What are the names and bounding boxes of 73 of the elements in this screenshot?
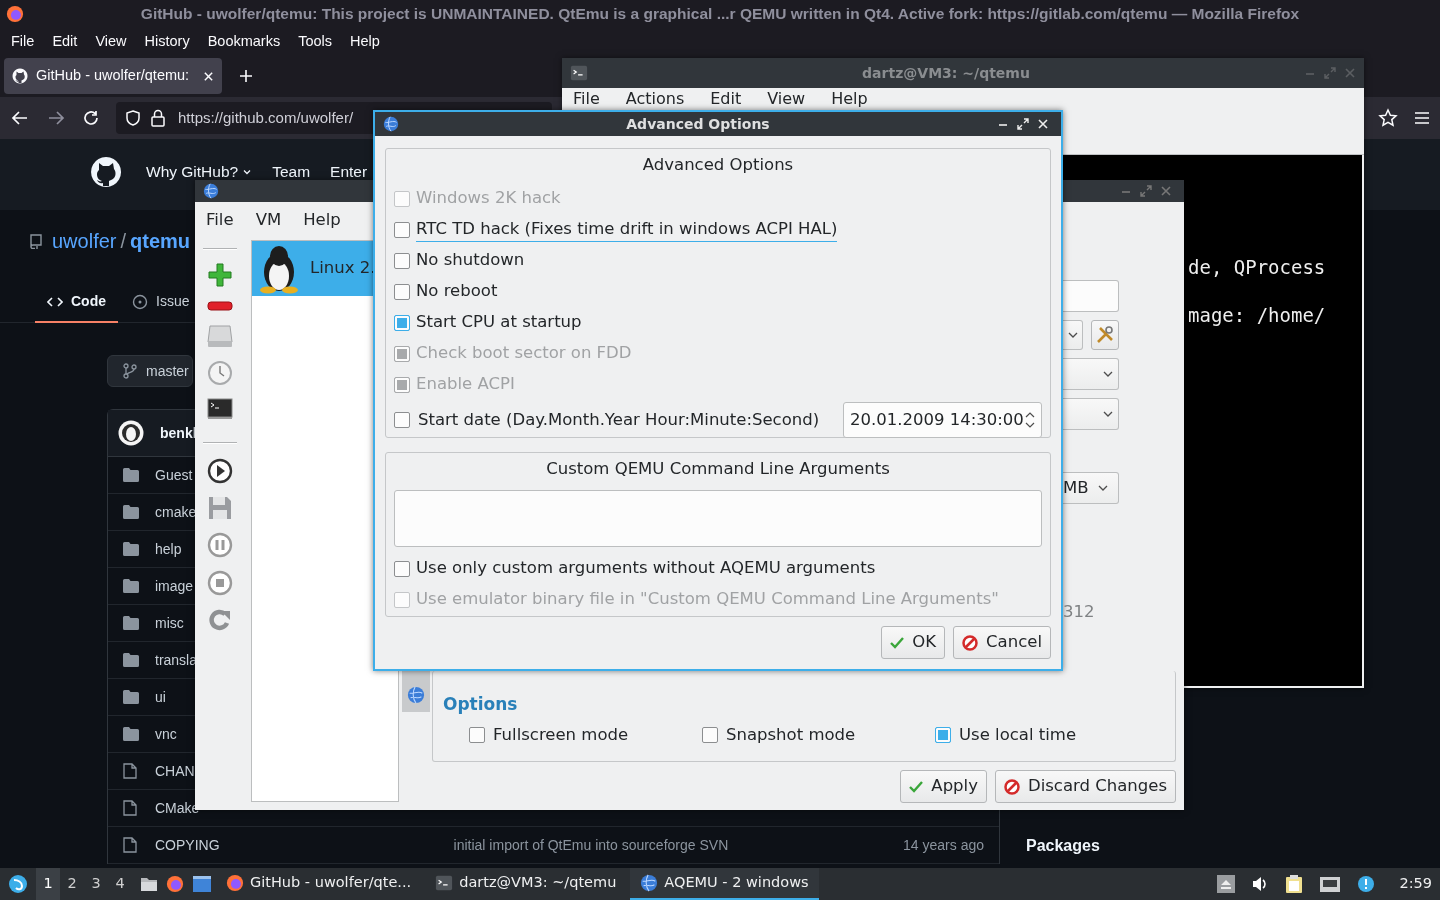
file-name-link[interactable]: help	[155, 538, 182, 560]
commit-age: 14 years ago	[903, 835, 984, 855]
checkbox-label: Start date (Day.Month.Year Hour:Minute:Second)	[418, 408, 820, 431]
menu-item[interactable]: File	[206, 207, 234, 233]
checkbox-label: No shutdown	[416, 249, 525, 272]
cancel-button[interactable]: Cancel	[953, 626, 1051, 659]
menu-item[interactable]: File	[573, 90, 600, 108]
window-title: GitHub - uwolfer/qtemu: This project is UNMAINTAINED. QtEmu is a graphical ...r QEMU written in Qt4. Active fork: https://gitlab.com/qtemu — Mozilla Firefox	[140, 5, 1300, 22]
workspace-button[interactable]: 3	[84, 868, 108, 900]
value-text: 312	[1063, 602, 1095, 621]
owner-link[interactable]: uwolfer	[52, 226, 117, 256]
file-name-link[interactable]: CHAN	[155, 760, 195, 782]
clock: 2:59	[1399, 874, 1432, 894]
workspace-button[interactable]: 2	[60, 868, 84, 900]
nav-link[interactable]: Why GitHub?	[146, 162, 253, 181]
confirm-button[interactable]: OK	[881, 626, 946, 659]
menu-item[interactable]: Bookmarks	[198, 30, 290, 53]
file-name-link[interactable]: misc	[155, 612, 184, 634]
cancel-button[interactable]: Discard Changes	[994, 770, 1176, 803]
repo-link[interactable]: qtemu	[130, 226, 191, 256]
menu-item[interactable]: View	[767, 90, 806, 108]
menu-item[interactable]: Tools	[289, 30, 342, 53]
confirm-button[interactable]: Apply	[900, 770, 987, 803]
menu-item[interactable]: VM	[255, 207, 282, 233]
taskbar-button[interactable]: dartz@VM3: ~/qtemu	[425, 868, 627, 900]
menu-item[interactable]: Help	[341, 30, 389, 53]
nav-link[interactable]: Team	[272, 162, 311, 181]
menu-item[interactable]: History	[135, 30, 199, 53]
checkbox-label: Enable ACPI	[416, 373, 515, 396]
branch-button[interactable]: master	[107, 355, 193, 387]
nav-link[interactable]: Enter	[330, 162, 368, 181]
menu-item[interactable]: View	[86, 30, 136, 53]
checkbox-label: Fullscreen mode	[493, 724, 629, 746]
date-time-field[interactable]: 20.01.2009 14:30:00	[843, 402, 1042, 438]
checkbox-label: Check boot sector on FDD	[416, 342, 632, 365]
menu-item[interactable]: Actions	[625, 90, 685, 108]
menu-item[interactable]: Help	[831, 90, 868, 108]
menu-item[interactable]: Help	[303, 207, 341, 233]
checkbox-label: Use only custom arguments without AQEMU arguments	[416, 557, 876, 580]
group-title: Advanced Options	[642, 155, 794, 174]
group-title: Custom QEMU Command Line Arguments	[546, 459, 890, 478]
checkbox-label: RTC TD hack (Fixes time drift in windows ACPI HAL)	[416, 216, 838, 243]
terminal-text: mage: /home/	[1188, 304, 1326, 326]
file-name-link[interactable]: Guest	[155, 464, 193, 486]
path-separator: /	[120, 229, 127, 254]
checkbox-label: Snapshot mode	[726, 724, 856, 746]
menu-item[interactable]: File	[2, 30, 44, 53]
taskbar-button[interactable]: AQEMU - 2 windows	[630, 868, 819, 900]
checkbox-label: Use emulator binary file in "Custom QEMU Command Line Arguments"	[416, 588, 999, 611]
menu-item[interactable]: Edit	[710, 90, 742, 108]
window-title: dartz@VM3: ~/qtemu	[862, 64, 1030, 81]
taskbar-button[interactable]: GitHub - uwolfer/qte...	[216, 868, 422, 900]
checkbox-label: No reboot	[416, 280, 498, 303]
unit-dropdown[interactable]: MB	[1063, 472, 1119, 504]
group-title: Options	[443, 694, 518, 714]
sidebar-heading: Packages	[1026, 836, 1101, 856]
dialog-title: Advanced Options	[626, 115, 770, 132]
repo-tab[interactable]: Issue	[118, 282, 190, 323]
checkbox-label: Windows 2K hack	[416, 187, 561, 210]
browser-tab[interactable]: GitHub - uwolfer/qtemu:	[4, 58, 222, 94]
menu-item[interactable]: Edit	[43, 30, 87, 53]
checkbox-label: Use local time	[959, 724, 1077, 746]
file-name-link[interactable]: ui	[155, 686, 166, 708]
file-name-link[interactable]: image	[155, 575, 194, 597]
commit-message-link[interactable]: initial import of QtEmu into sourceforge SVN	[453, 834, 729, 856]
repo-tab[interactable]: Code	[35, 282, 118, 323]
file-name-link[interactable]: vnc	[155, 723, 177, 745]
terminal-text: de, QProcess	[1188, 256, 1326, 278]
workspace-button[interactable]: 4	[108, 868, 132, 900]
file-name-link[interactable]: COPYING	[155, 834, 220, 856]
workspace-button[interactable]: 1	[36, 868, 60, 900]
checkbox-label: Start CPU at startup	[416, 311, 582, 334]
file-name-link[interactable]: cmake	[155, 501, 197, 523]
